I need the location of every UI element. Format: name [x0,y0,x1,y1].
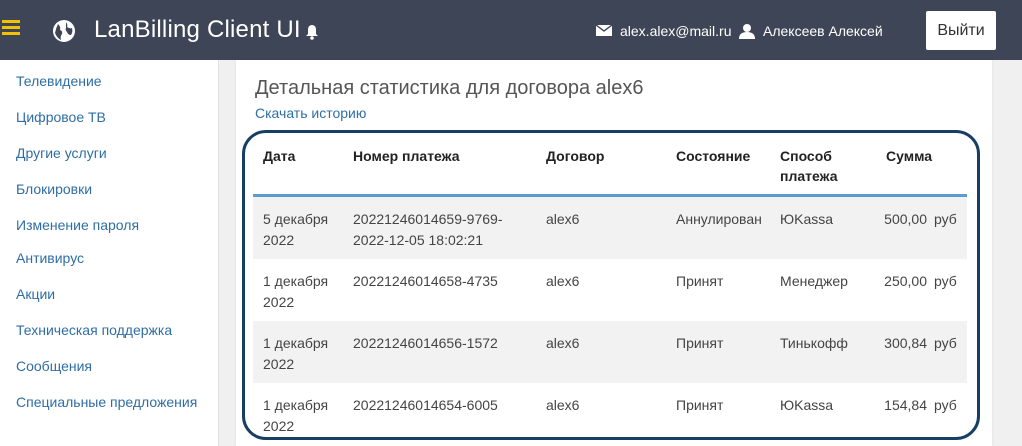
bell-icon[interactable] [305,24,319,40]
user-name: Алексеев Алексей [763,23,883,39]
cell-date: 1 декабря 2022 [263,271,328,313]
sidebar-item-blocks[interactable]: Блокировки [16,181,92,197]
user-email: alex.alex@mail.ru [620,23,732,39]
sidebar-item-special-offers[interactable]: Специальные предложения [16,394,197,410]
cell-date-year: 2022 [263,294,295,310]
cell-status: Принят [676,335,724,351]
cell-payment-number: 20221246014656-1572 [353,335,498,351]
cell-currency: руб [934,273,957,289]
cell-status: Принят [676,397,724,413]
payments-table: Дата Номер платежа Договор Состояние Спо… [253,136,981,441]
cell-currency: руб [934,397,957,413]
main-panel: Детальная статистика для договора alex6 … [236,60,992,446]
cell-payment-number-line2: 2022-12-05 18:02:21 [353,232,483,248]
cell-contract: alex6 [546,335,580,351]
cell-currency: руб [934,335,957,351]
brand-title[interactable]: LanBilling Client UI [94,16,301,44]
cell-contract: alex6 [546,397,580,413]
table-row: 1 декабря 2022 20221246014656-1572 alex6… [253,321,967,383]
sidebar-item-other-services[interactable]: Другие услуги [16,145,107,161]
sidebar-item-promotions[interactable]: Акции [16,286,55,302]
logout-button[interactable]: Выйти [925,10,997,51]
cell-payment-number: 20221246014654-6005 [353,397,498,413]
sidebar-item-messages[interactable]: Сообщения [16,358,92,374]
cell-date: 1 декабря 2022 [263,333,328,375]
download-history-link[interactable]: Скачать историю [255,105,366,121]
cell-status: Принят [676,273,724,289]
cell-date-day: 1 декабря [263,335,329,351]
column-header-date[interactable]: Дата [263,146,295,166]
cell-date: 5 декабря 2022 [263,209,328,251]
globe-icon [53,20,75,42]
cell-amount: 300,84 [884,335,927,351]
column-header-method[interactable]: Способ платежа [780,146,837,186]
sidebar-item-change-password[interactable]: Изменение пароля [16,217,139,233]
column-header-status[interactable]: Состояние [676,146,750,166]
table-row: 1 декабря 2022 20221246014654-6005 alex6… [253,383,967,441]
cell-date-day: 1 декабря [263,397,329,413]
cell-date-day: 1 декабря [263,273,329,289]
cell-currency: руб [934,211,957,227]
column-header-method-line2: платежа [780,168,838,184]
cell-contract: alex6 [546,273,580,289]
cell-method: ЮKassa [780,211,834,227]
sidebar-item-support[interactable]: Техническая поддержка [16,322,172,338]
sidebar-item-digital-tv[interactable]: Цифровое ТВ [16,109,106,125]
cell-payment-number-line1: 20221246014659-9769- [353,211,503,227]
cell-amount: 250,00 [884,273,927,289]
envelope-icon [596,25,612,36]
cell-payment-number: 20221246014658-4735 [353,273,498,289]
sidebar-menu: Телевидение Цифровое ТВ Другие услуги Бл… [0,60,219,446]
column-header-payment-number[interactable]: Номер платежа [353,146,460,166]
sidebar-item-antivirus[interactable]: Антивирус [16,250,84,266]
cell-amount: 154,84 [884,397,927,413]
cell-payment-number: 20221246014659-9769- 2022-12-05 18:02:21 [353,209,502,251]
cell-method: Тинькофф [780,335,848,351]
cell-amount: 500,00 [884,211,927,227]
top-navbar: LanBilling Client UI alex.alex@mail.ru А… [0,0,1022,60]
cell-method: ЮKassa [780,397,834,413]
cell-date-year: 2022 [263,232,295,248]
cell-date-year: 2022 [263,418,295,434]
column-header-contract[interactable]: Договор [546,146,604,166]
hamburger-icon[interactable] [2,20,20,38]
table-row: 5 декабря 2022 20221246014659-9769- 2022… [253,197,967,259]
user-icon [739,24,755,39]
column-header-method-line1: Способ [780,148,832,164]
cell-method: Менеджер [780,273,848,289]
column-header-amount[interactable]: Сумма [886,146,932,166]
cell-status: Аннулирован [676,211,762,227]
cell-date-year: 2022 [263,356,295,372]
cell-date: 1 декабря 2022 [263,395,328,437]
table-row: 1 декабря 2022 20221246014658-4735 alex6… [253,259,967,321]
cell-contract: alex6 [546,211,580,227]
page-title: Детальная статистика для договора alex6 [255,77,644,99]
sidebar-item-tv[interactable]: Телевидение [16,73,102,89]
cell-date-day: 5 декабря [263,211,329,227]
